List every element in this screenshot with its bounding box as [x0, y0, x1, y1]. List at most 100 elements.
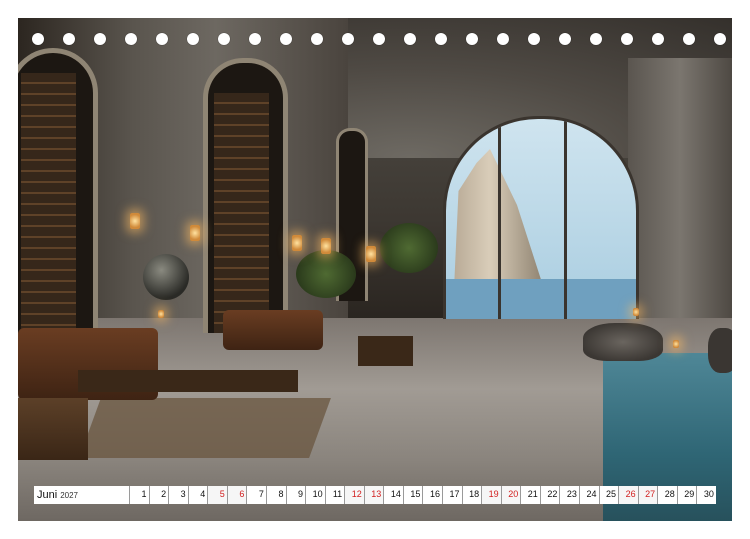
day-number: 4 — [200, 489, 206, 499]
day-number: 9 — [298, 489, 304, 499]
wall-lamp — [321, 238, 331, 254]
potted-plant — [296, 250, 356, 298]
bookshelf — [214, 93, 269, 333]
wall-lamp — [130, 213, 140, 229]
right-rock-wall — [628, 58, 732, 358]
wall-lamp — [190, 225, 200, 241]
binding-hole — [683, 33, 695, 45]
day-number: 27 — [645, 489, 656, 499]
day-cell: 26 — [619, 486, 639, 504]
day-number: 1 — [141, 489, 147, 499]
day-number: 8 — [278, 489, 284, 499]
sea-view-window — [443, 116, 639, 319]
day-number: 3 — [180, 489, 186, 499]
day-number: 18 — [469, 489, 480, 499]
binding-holes — [0, 30, 750, 50]
day-number: 23 — [566, 489, 577, 499]
leather-armchair — [223, 310, 323, 350]
day-number: 7 — [258, 489, 264, 499]
day-number: 5 — [219, 489, 225, 499]
day-cell: 3 — [169, 486, 189, 504]
day-cell: 13 — [364, 486, 385, 504]
globe — [143, 254, 189, 300]
day-cell: 22 — [541, 486, 561, 504]
calendar-photo — [18, 18, 732, 521]
day-cell: 19 — [482, 486, 502, 504]
candle — [158, 310, 164, 318]
day-cell: 12 — [345, 486, 365, 504]
day-cell: 20 — [501, 486, 522, 504]
day-cell: 24 — [580, 486, 600, 504]
binding-hole — [404, 33, 416, 45]
binding-hole — [125, 33, 137, 45]
day-number: 26 — [625, 489, 636, 499]
rock — [708, 328, 732, 373]
bookshelf-arch-left — [18, 48, 98, 343]
binding-hole — [590, 33, 602, 45]
calendar-strip: Juni 2027 1 2 3 4 5 6 7 8 9 10 11 12 13 14 15 16 17 18 19 2… — [34, 486, 716, 504]
day-cell: 6 — [227, 486, 248, 504]
binding-hole — [187, 33, 199, 45]
day-cell: 23 — [560, 486, 580, 504]
binding-hole — [218, 33, 230, 45]
day-cell: 16 — [423, 486, 443, 504]
day-cell: 29 — [678, 486, 698, 504]
binding-hole — [714, 33, 726, 45]
day-number: 11 — [332, 489, 343, 499]
binding-hole — [497, 33, 509, 45]
binding-hole — [32, 33, 44, 45]
candle — [673, 340, 679, 348]
day-cell: 18 — [463, 486, 483, 504]
day-cell: 9 — [287, 486, 307, 504]
day-number: 17 — [449, 489, 460, 499]
coffee-table — [78, 370, 298, 392]
day-cell: 17 — [443, 486, 463, 504]
day-cell: 15 — [404, 486, 424, 504]
day-cell: 8 — [267, 486, 287, 504]
day-number: 24 — [586, 489, 597, 499]
month-name: Juni — [37, 489, 58, 501]
binding-hole — [373, 33, 385, 45]
candle — [633, 308, 639, 316]
day-cell: 2 — [150, 486, 170, 504]
day-cell: 25 — [600, 486, 620, 504]
rock — [583, 323, 663, 361]
wall-lamp — [366, 246, 376, 262]
day-cell: 5 — [208, 486, 228, 504]
day-number: 2 — [161, 489, 167, 499]
day-number: 29 — [684, 489, 695, 499]
binding-hole — [528, 33, 540, 45]
day-number: 28 — [664, 489, 675, 499]
day-cell: 27 — [638, 486, 659, 504]
day-cell: 10 — [306, 486, 326, 504]
wall-lamp — [292, 235, 302, 251]
binding-hole — [466, 33, 478, 45]
day-cell: 4 — [189, 486, 209, 504]
day-cells: 1 2 3 4 5 6 7 8 9 10 11 12 13 14 15 16 17 18 19 20 21 22 23 24 2… — [130, 486, 716, 504]
binding-hole — [94, 33, 106, 45]
binding-hole — [63, 33, 75, 45]
day-number: 14 — [390, 489, 401, 499]
day-cell: 7 — [247, 486, 267, 504]
binding-hole — [249, 33, 261, 45]
year: 2027 — [60, 490, 78, 500]
bookshelf — [21, 73, 76, 343]
day-number: 19 — [488, 489, 499, 499]
binding-hole — [280, 33, 292, 45]
binding-hole — [311, 33, 323, 45]
binding-hole — [652, 33, 664, 45]
day-cell: 28 — [658, 486, 678, 504]
day-cell: 11 — [326, 486, 346, 504]
wooden-trunk — [18, 398, 88, 460]
day-number: 6 — [239, 489, 245, 499]
sea — [446, 279, 636, 319]
day-number: 13 — [371, 489, 382, 499]
day-number: 20 — [508, 489, 519, 499]
day-cell: 14 — [384, 486, 404, 504]
day-number: 25 — [606, 489, 617, 499]
day-cell: 30 — [697, 486, 716, 504]
side-table — [358, 336, 413, 366]
binding-hole — [621, 33, 633, 45]
binding-hole — [559, 33, 571, 45]
day-cell: 21 — [521, 486, 541, 504]
